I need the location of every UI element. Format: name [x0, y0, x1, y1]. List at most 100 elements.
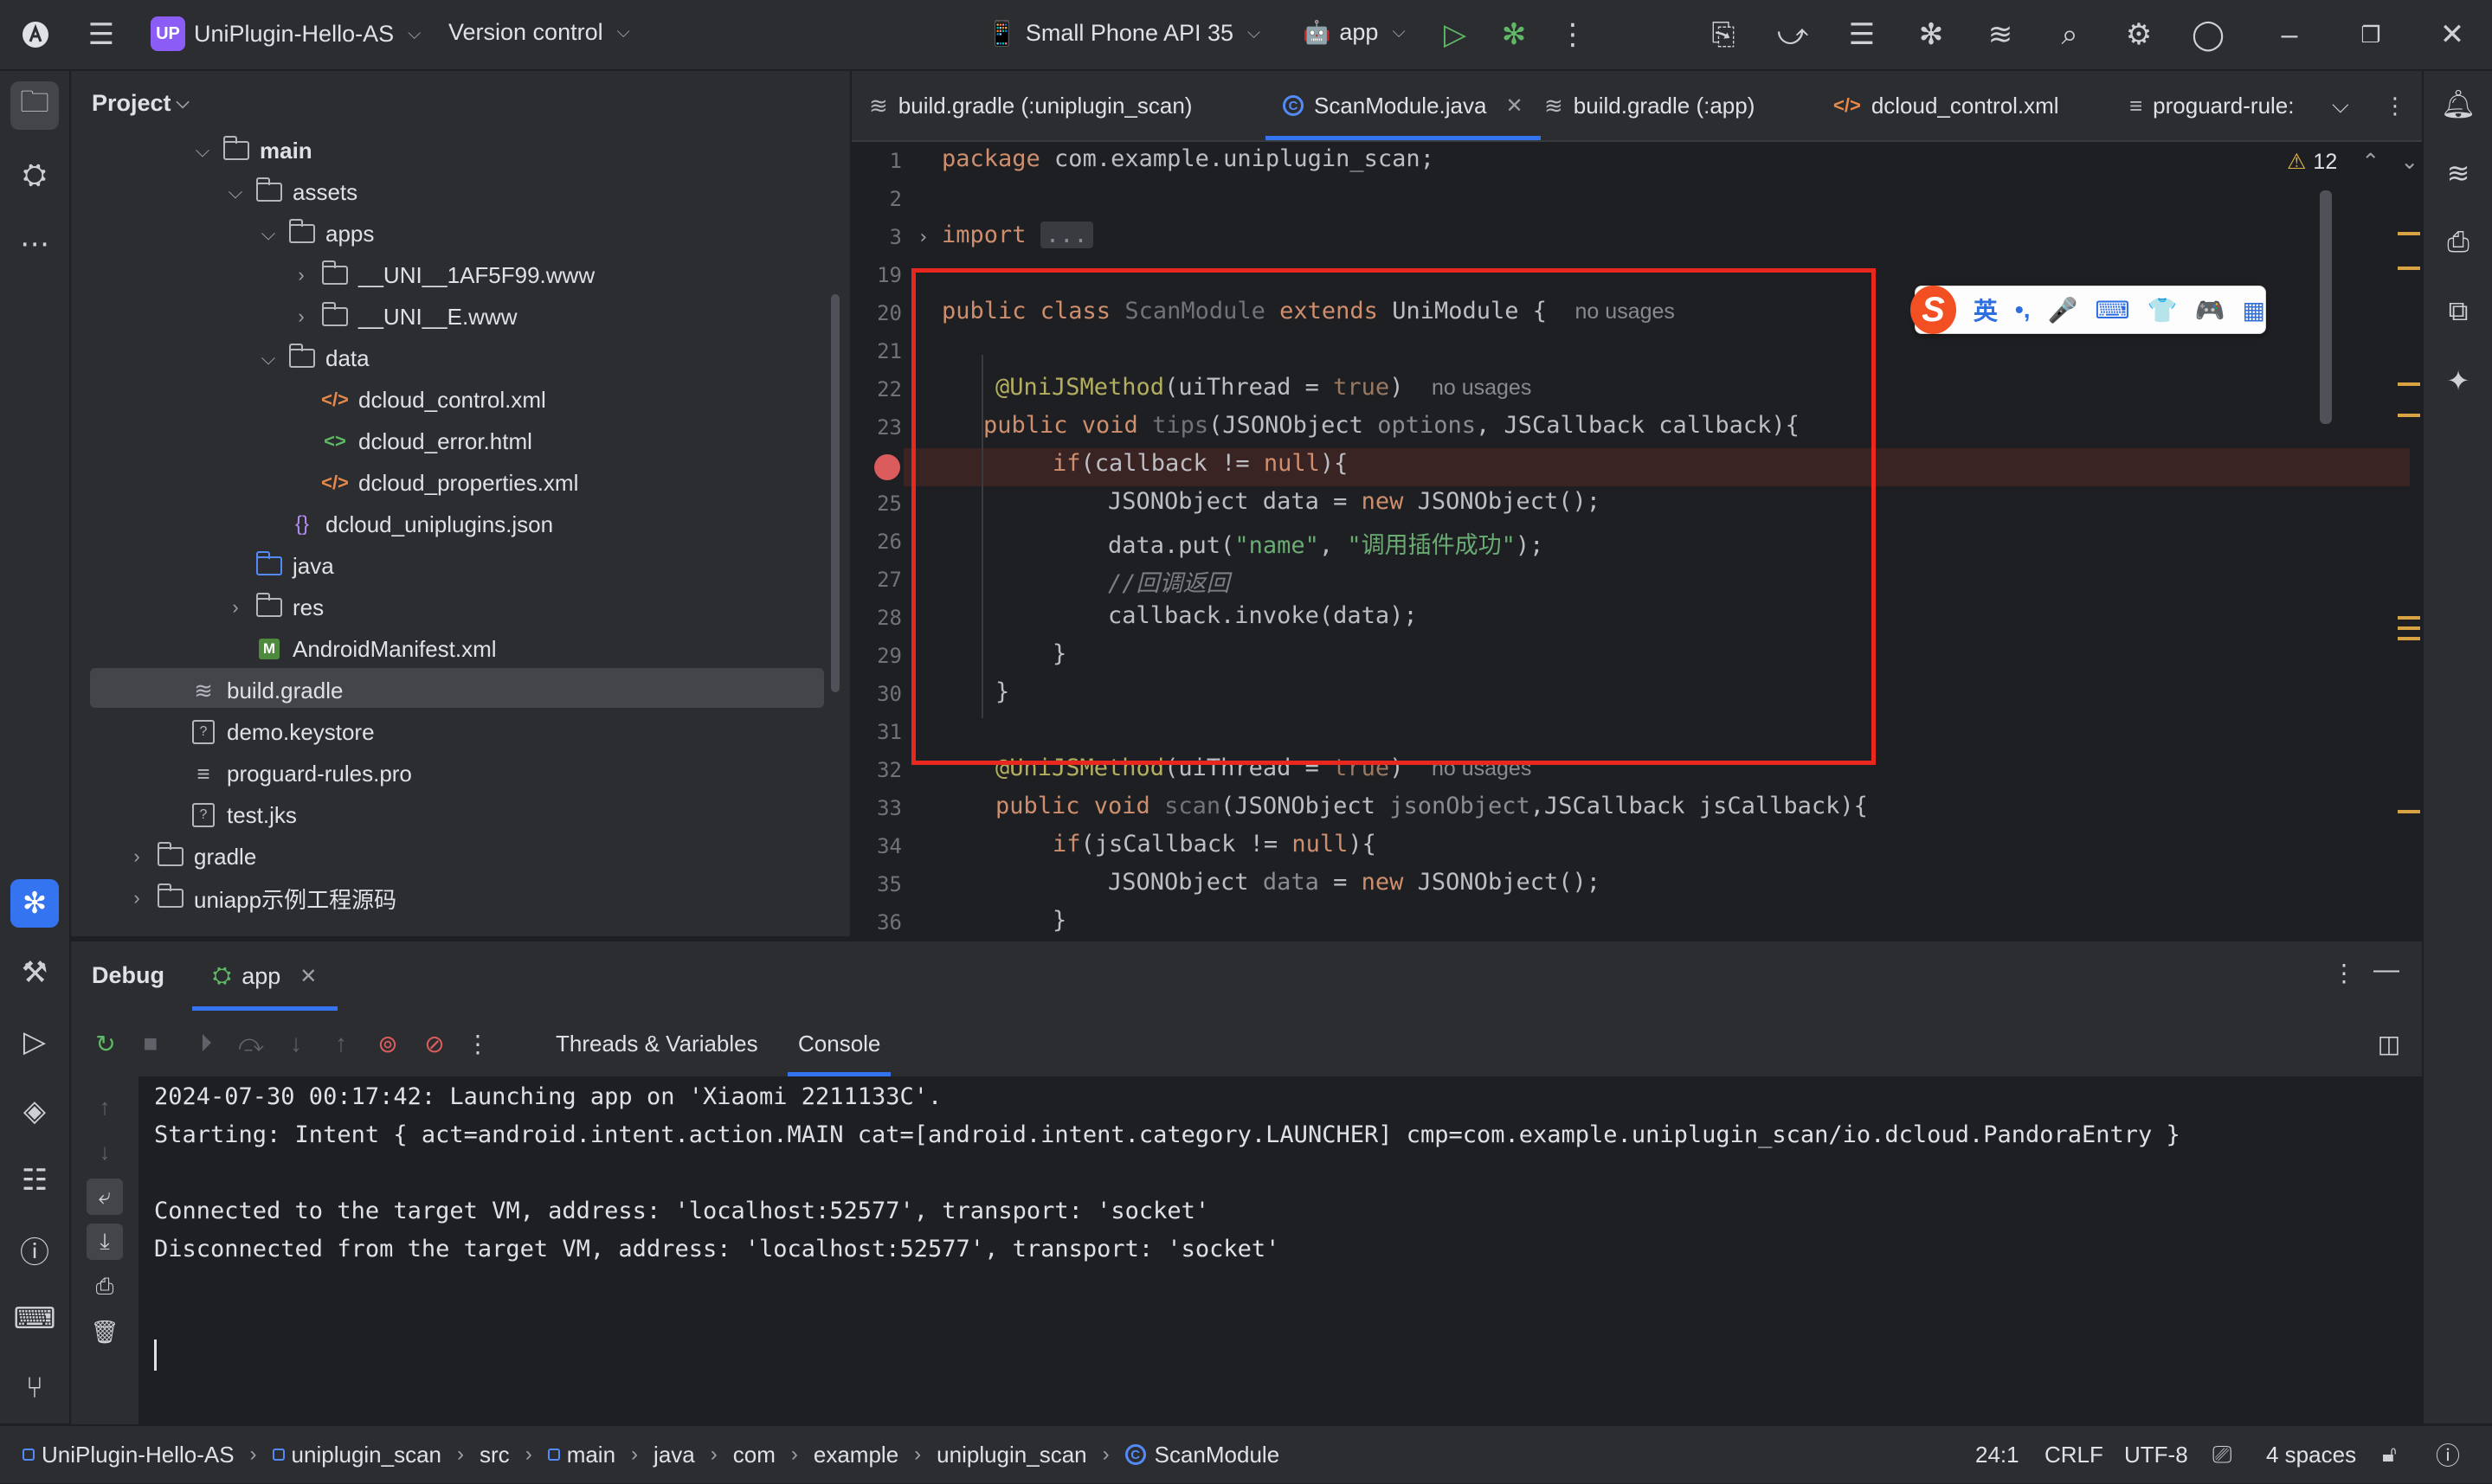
tab-dcloud-control-xml[interactable]: </> dcloud_control.xml [1833, 71, 2059, 140]
bug-icon[interactable]: ✻ [1911, 15, 1951, 55]
inspection-widget[interactable]: ⚠ 12 ⌃ ⌄ [2287, 149, 2418, 175]
tab-build-gradle-uniplugin-scan[interactable]: ≋ build.gradle (:uniplugin_scan) [869, 71, 1192, 140]
git-tool-icon[interactable]: ⑂ [10, 1364, 59, 1412]
previous-highlight-icon[interactable]: ⌃ [2361, 149, 2379, 175]
warning-stripe[interactable] [2398, 414, 2420, 417]
structure-icon[interactable]: ☰ [1842, 15, 1882, 55]
tree-item-android-manifest[interactable]: M AndroidManifest.xml [254, 628, 497, 670]
tree-item-build-gradle[interactable]: ≋ build.gradle [189, 670, 343, 711]
print-icon[interactable]: ⎙ [87, 1269, 123, 1305]
tab-threads-variables[interactable]: Threads & Variables [556, 1011, 758, 1076]
tree-item-uni-1af5f99[interactable]: › __UNI__1AF5F99.www [289, 254, 595, 296]
warning-stripe[interactable] [2398, 810, 2420, 813]
breadcrumb-item[interactable]: uniplugin_scan [292, 1442, 441, 1468]
logcat-tool-icon[interactable]: ☷ [10, 1156, 59, 1205]
view-breakpoints-icon[interactable]: ⊚ [370, 1026, 405, 1061]
mute-breakpoints-icon[interactable]: ⊘ [417, 1026, 452, 1061]
layout-settings-icon[interactable]: ◫ [2372, 1026, 2406, 1061]
breadcrumb-item[interactable]: main [567, 1442, 615, 1468]
warning-stripe[interactable] [2398, 382, 2420, 386]
account-icon[interactable]: ◯ [2188, 15, 2228, 55]
debug-session-tab[interactable]: ⛭ app ✕ [192, 941, 338, 1011]
notification-status-icon[interactable]: ⓘ [2436, 1426, 2460, 1483]
tree-item-dcloud-properties[interactable]: </> dcloud_properties.xml [320, 462, 578, 504]
run-icon[interactable]: ▷ [1435, 15, 1475, 55]
tree-item-uni-e[interactable]: › __UNI__E.www [289, 296, 518, 337]
more-tools-icon[interactable]: ⋯ [10, 220, 59, 268]
tab-console[interactable]: Console [787, 1011, 892, 1076]
build-tool-icon[interactable]: ⚒ [10, 948, 59, 997]
line-separator[interactable]: CRLF [2044, 1426, 2103, 1483]
ime-punctuation-toggle[interactable]: •, [2015, 296, 2031, 324]
tree-item-main[interactable]: ⌵ main [190, 130, 312, 171]
gradle-tool-icon[interactable]: ≋ [2436, 151, 2481, 196]
tab-scan-module-java[interactable]: C ScanModule.java ✕ [1265, 71, 1541, 140]
scroll-up-icon[interactable]: ↑ [87, 1089, 123, 1125]
clear-all-icon[interactable]: 🗑︎ [87, 1314, 123, 1350]
step-over-icon[interactable]: ⤼ [234, 1026, 268, 1061]
more-options-icon[interactable]: ⋮ [1553, 15, 1593, 55]
hide-panel-icon[interactable]: — [2373, 955, 2399, 985]
next-highlight-icon[interactable]: ⌄ [2400, 149, 2418, 175]
debug-tool-icon[interactable]: ✻ [10, 879, 59, 928]
breadcrumb-item[interactable]: UniPlugin-Hello-AS [42, 1442, 235, 1468]
toolbox-icon[interactable]: ▦ [2243, 296, 2265, 324]
search-icon[interactable]: ⌕ [2050, 15, 2090, 55]
gemini-tool-icon[interactable]: ◈ [10, 1087, 59, 1135]
project-selector[interactable]: UP UniPlugin-Hello-AS ⌵ [151, 16, 421, 51]
stop-icon[interactable]: ■ [133, 1026, 168, 1061]
warning-stripe[interactable] [2398, 232, 2420, 235]
settings-icon[interactable]: ⚙ [2119, 15, 2159, 55]
run-tool-icon[interactable]: ▷ [10, 1018, 59, 1066]
app-logo-icon[interactable] [16, 15, 55, 55]
microphone-icon[interactable]: 🎤 [2047, 296, 2077, 324]
translate-icon[interactable]: ⤻ [1773, 15, 1813, 55]
tree-item-dcloud-control[interactable]: </> dcloud_control.xml [320, 379, 546, 421]
breadcrumb-item[interactable]: src [480, 1442, 510, 1468]
tab-options-icon[interactable]: ⋮ [2384, 71, 2406, 140]
project-panel-header[interactable]: Project ⌵ [92, 90, 190, 117]
warning-stripe[interactable] [2398, 267, 2420, 270]
debug-icon[interactable]: ✻ [1494, 15, 1534, 55]
close-tab-icon[interactable]: ✕ [1505, 93, 1523, 119]
restore-icon[interactable]: ❐ [2351, 15, 2391, 55]
tree-item-uniapp-source[interactable]: › uniapp示例工程源码 [125, 877, 396, 919]
close-tab-icon[interactable]: ✕ [299, 964, 317, 989]
ai-assistant-icon[interactable]: ✦ [2436, 358, 2481, 403]
tree-item-res[interactable]: › res [223, 587, 324, 628]
console-output[interactable]: 2024-07-30 00:17:42: Launching app on 'X… [138, 1076, 2422, 1426]
warning-stripe[interactable] [2398, 626, 2420, 630]
keyboard-icon[interactable]: ⌨ [2095, 296, 2129, 324]
tree-item-gradle[interactable]: › gradle [125, 836, 256, 877]
warning-stripe[interactable] [2398, 616, 2420, 620]
editor-scrollbar[interactable] [2320, 190, 2332, 424]
scroll-down-icon[interactable]: ↓ [87, 1134, 123, 1170]
run-config-selector[interactable]: 🤖 app ⌵ [1303, 19, 1406, 46]
folded-imports[interactable]: ... [1040, 222, 1093, 248]
tree-item-assets[interactable]: ⌵ assets [223, 171, 357, 213]
close-window-icon[interactable]: ✕ [2432, 15, 2472, 55]
tree-item-dcloud-error[interactable]: <> dcloud_error.html [320, 421, 532, 462]
problems-tool-icon[interactable]: ⓘ [10, 1225, 59, 1274]
tree-item-dcloud-uniplugins[interactable]: {} dcloud_uniplugins.json [287, 504, 553, 545]
file-encoding[interactable]: UTF-8 [2124, 1426, 2188, 1483]
ime-language-toggle[interactable]: 英 [1974, 292, 1998, 327]
breadcrumb-item[interactable]: uniplugin_scan [937, 1442, 1086, 1468]
warning-stripe[interactable] [2398, 637, 2420, 640]
tree-item-test-jks[interactable]: ? test.jks [189, 794, 297, 836]
tree-item-proguard[interactable]: ≡ proguard-rules.pro [189, 753, 411, 794]
ime-toolbar[interactable]: S 英 •, 🎤 ⌨ 👕 🎮 ▦ [1910, 286, 2266, 334]
breadcrumb-item[interactable]: example [814, 1442, 898, 1468]
project-scrollbar[interactable] [831, 294, 840, 692]
step-into-icon[interactable]: ↓ [279, 1026, 313, 1061]
vcs-selector[interactable]: Version control ⌵ [448, 19, 630, 46]
running-devices-icon[interactable]: ⧉ [2436, 289, 2481, 334]
device-manager-icon[interactable]: ⎘ [1703, 15, 1743, 55]
more-debug-options-icon[interactable]: ⋮ [460, 1026, 495, 1061]
fold-expand-icon[interactable]: › [918, 227, 929, 248]
tab-list-dropdown-icon[interactable]: ⌵ [2332, 71, 2349, 140]
game-icon[interactable]: 🎮 [2195, 296, 2225, 324]
terminal-tool-icon[interactable]: ⌨ [10, 1294, 59, 1343]
device-explorer-icon[interactable]: ⎙ [2436, 220, 2481, 265]
line-number-gutter[interactable]: 1 2 3 19 20 21 22 23 25 26 27 28 29 30 3… [852, 142, 904, 938]
